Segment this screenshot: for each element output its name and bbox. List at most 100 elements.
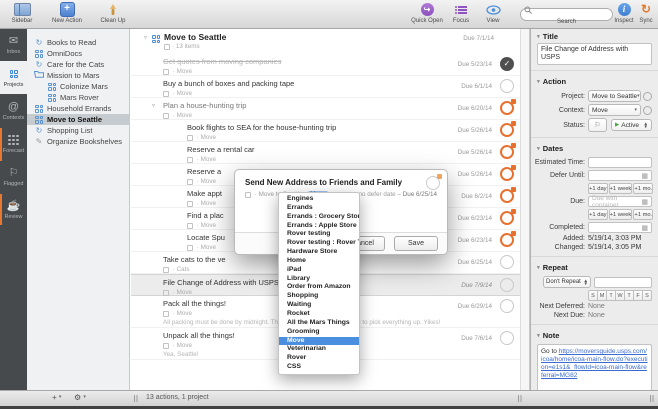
focus-button[interactable]: Focus: [447, 2, 475, 25]
group-disclosure-icon[interactable]: ▿: [144, 34, 147, 41]
group-disclosure-icon[interactable]: ▿: [152, 102, 155, 109]
sidebar-item-omnidocs[interactable]: OmniDocs: [27, 48, 129, 59]
due-field[interactable]: Due with container ▦: [588, 195, 652, 209]
sidebar-item-care-for-the-cats[interactable]: ↻ Care for the Cats: [27, 59, 129, 70]
sidebar-item-mars-rover[interactable]: Mars Rover: [27, 92, 129, 103]
section-disclosure-icon[interactable]: ▾: [537, 333, 540, 339]
context-select[interactable]: Move ▾: [588, 104, 641, 116]
sync-button[interactable]: ↻ Sync: [636, 2, 656, 25]
calendar-icon[interactable]: ▦: [641, 224, 648, 232]
task-status-circle[interactable]: [500, 79, 514, 93]
task-status-circle[interactable]: [500, 278, 514, 292]
sidebar-item-shopping-list[interactable]: ↻ Shopping List: [27, 125, 129, 136]
weekday-button[interactable]: F: [634, 290, 643, 301]
flag-toggle-button[interactable]: ⚐: [588, 118, 607, 132]
context-menu-item[interactable]: Veterinarian: [279, 345, 359, 354]
project-header[interactable]: ▿ Move to Seattle · 13 items Due 7/1/14: [131, 28, 520, 54]
quick-date-button[interactable]: +1 week: [608, 209, 633, 220]
quick-date-button[interactable]: +1 day: [588, 183, 608, 194]
task-row[interactable]: Buy a bunch of boxes and packing tape · …: [131, 76, 520, 98]
rail-tab-flagged[interactable]: ⚐ Flagged: [0, 160, 27, 193]
sidebar-item-organize-bookshelves[interactable]: ✎ Organize Bookshelves: [27, 136, 129, 147]
rail-tab-projects[interactable]: Projects: [0, 61, 27, 94]
task-status-circle[interactable]: ✓: [500, 57, 514, 71]
weekday-button[interactable]: T: [607, 290, 616, 301]
inspector-note-header[interactable]: ▾ Note: [531, 327, 658, 342]
calendar-icon[interactable]: ▦: [641, 172, 648, 180]
inspector-action-header[interactable]: ▾ Action: [531, 73, 658, 88]
rail-tab-contexts[interactable]: @ Contexts: [0, 94, 27, 127]
new-action-button[interactable]: + New Action: [44, 2, 90, 25]
scrollbar-gutter[interactable]: [520, 28, 530, 391]
task-status-circle[interactable]: [500, 331, 514, 345]
context-menu-item[interactable]: All the Mars Things: [279, 319, 359, 328]
pane-resize-grip[interactable]: [134, 395, 139, 402]
quick-date-button[interactable]: +1 mo.: [633, 183, 654, 194]
save-button[interactable]: Save: [394, 236, 438, 251]
add-perspective-button[interactable]: + ▾: [52, 393, 61, 402]
sidebar-toggle-button[interactable]: Sidebar: [4, 2, 40, 25]
rail-tab-forecast[interactable]: Forecast: [0, 127, 27, 160]
section-disclosure-icon[interactable]: ▾: [537, 34, 540, 40]
task-row[interactable]: Book flights to SEA for the house-huntin…: [131, 120, 520, 142]
sidebar-item-books-to-read[interactable]: ↻ Books to Read: [27, 37, 129, 48]
rail-tab-review[interactable]: ☕ Review: [0, 193, 27, 226]
quick-date-button[interactable]: +1 mo.: [633, 209, 654, 220]
weekday-button[interactable]: W: [616, 290, 625, 301]
context-menu-item[interactable]: Rover: [279, 354, 359, 363]
repeat-mode-select[interactable]: Don't Repeat ▲ ▼: [543, 276, 591, 288]
section-disclosure-icon[interactable]: ▾: [537, 265, 540, 271]
context-menu-item[interactable]: Engines: [279, 195, 359, 204]
context-menu-item[interactable]: CSS: [279, 363, 359, 372]
context-menu-item[interactable]: Order from Amazon: [279, 283, 359, 292]
quick-date-button[interactable]: +1 week: [608, 183, 633, 194]
context-menu-item[interactable]: Errands : Grocery Store: [279, 213, 359, 222]
status-select[interactable]: ▶ Active ▲ ▼: [611, 119, 652, 131]
context-menu-item[interactable]: Shopping: [279, 292, 359, 301]
popup-due[interactable]: Due 6/25/14: [403, 191, 437, 198]
clean-up-button[interactable]: Clean Up: [93, 2, 133, 25]
quick-date-button[interactable]: +1 day: [588, 209, 608, 220]
sidebar-item-colonize-mars[interactable]: Colonize Mars: [27, 81, 129, 92]
repeat-interval-field[interactable]: [594, 276, 652, 288]
rail-tab-inbox[interactable]: ✉ Inbox: [0, 28, 27, 61]
context-menu-item[interactable]: Errands : Apple Store: [279, 222, 359, 231]
title-field[interactable]: File Change of Address with USPS: [537, 43, 652, 65]
sidebar-item-move-to-seattle[interactable]: Move to Seattle: [27, 114, 129, 125]
context-menu-item[interactable]: Waiting: [279, 301, 359, 310]
task-status-circle[interactable]: [500, 255, 514, 269]
context-menu-item[interactable]: Hardware Store: [279, 248, 359, 257]
estimated-time-field[interactable]: [588, 157, 652, 168]
inspector-title-header[interactable]: ▾ Title: [531, 28, 658, 43]
section-disclosure-icon[interactable]: ▾: [537, 79, 540, 85]
context-menu-item[interactable]: Home: [279, 257, 359, 266]
sidebar-item-household-errands[interactable]: Household Errands: [27, 103, 129, 114]
pane-resize-grip[interactable]: [650, 395, 655, 402]
inspect-button[interactable]: i Inspect: [611, 2, 637, 25]
context-menu-item[interactable]: Errands: [279, 204, 359, 213]
view-button[interactable]: View: [479, 2, 507, 25]
inspector-repeat-header[interactable]: ▾ Repeat: [531, 259, 658, 274]
popup-task-title[interactable]: Send New Address to Friends and Family: [235, 170, 447, 187]
pane-resize-grip[interactable]: [518, 395, 523, 402]
popup-defer[interactable]: no defer date: [359, 191, 396, 198]
context-target-icon[interactable]: [643, 105, 652, 115]
calendar-icon[interactable]: ▦: [641, 198, 648, 206]
weekday-button[interactable]: S: [588, 290, 598, 301]
context-menu-item[interactable]: Rover testing: [279, 230, 359, 239]
task-status-circle[interactable]: [500, 299, 514, 313]
task-row[interactable]: Get quotes from moving companies · Move D…: [131, 54, 520, 76]
completed-field[interactable]: ▦: [588, 222, 652, 233]
defer-until-field[interactable]: ▦: [588, 170, 652, 181]
note-field[interactable]: Go to https://moversguide.usps.com/icoa/…: [537, 344, 652, 391]
weekday-button[interactable]: S: [643, 290, 652, 301]
settings-button[interactable]: ⚙ ▾: [74, 393, 86, 402]
task-row[interactable]: Reserve a rental car · Move Due 5/26/14: [131, 142, 520, 164]
inspector-dates-header[interactable]: ▾ Dates: [531, 140, 658, 155]
project-target-icon[interactable]: [643, 91, 652, 101]
sidebar-item-mission-to-mars[interactable]: Mission to Mars: [27, 70, 129, 81]
context-menu-item[interactable]: Library: [279, 275, 359, 284]
context-menu-item[interactable]: Rover testing : Rover Tires: [279, 239, 359, 248]
context-menu-item[interactable]: Grooming: [279, 328, 359, 337]
context-menu-item[interactable]: Rocket: [279, 310, 359, 319]
